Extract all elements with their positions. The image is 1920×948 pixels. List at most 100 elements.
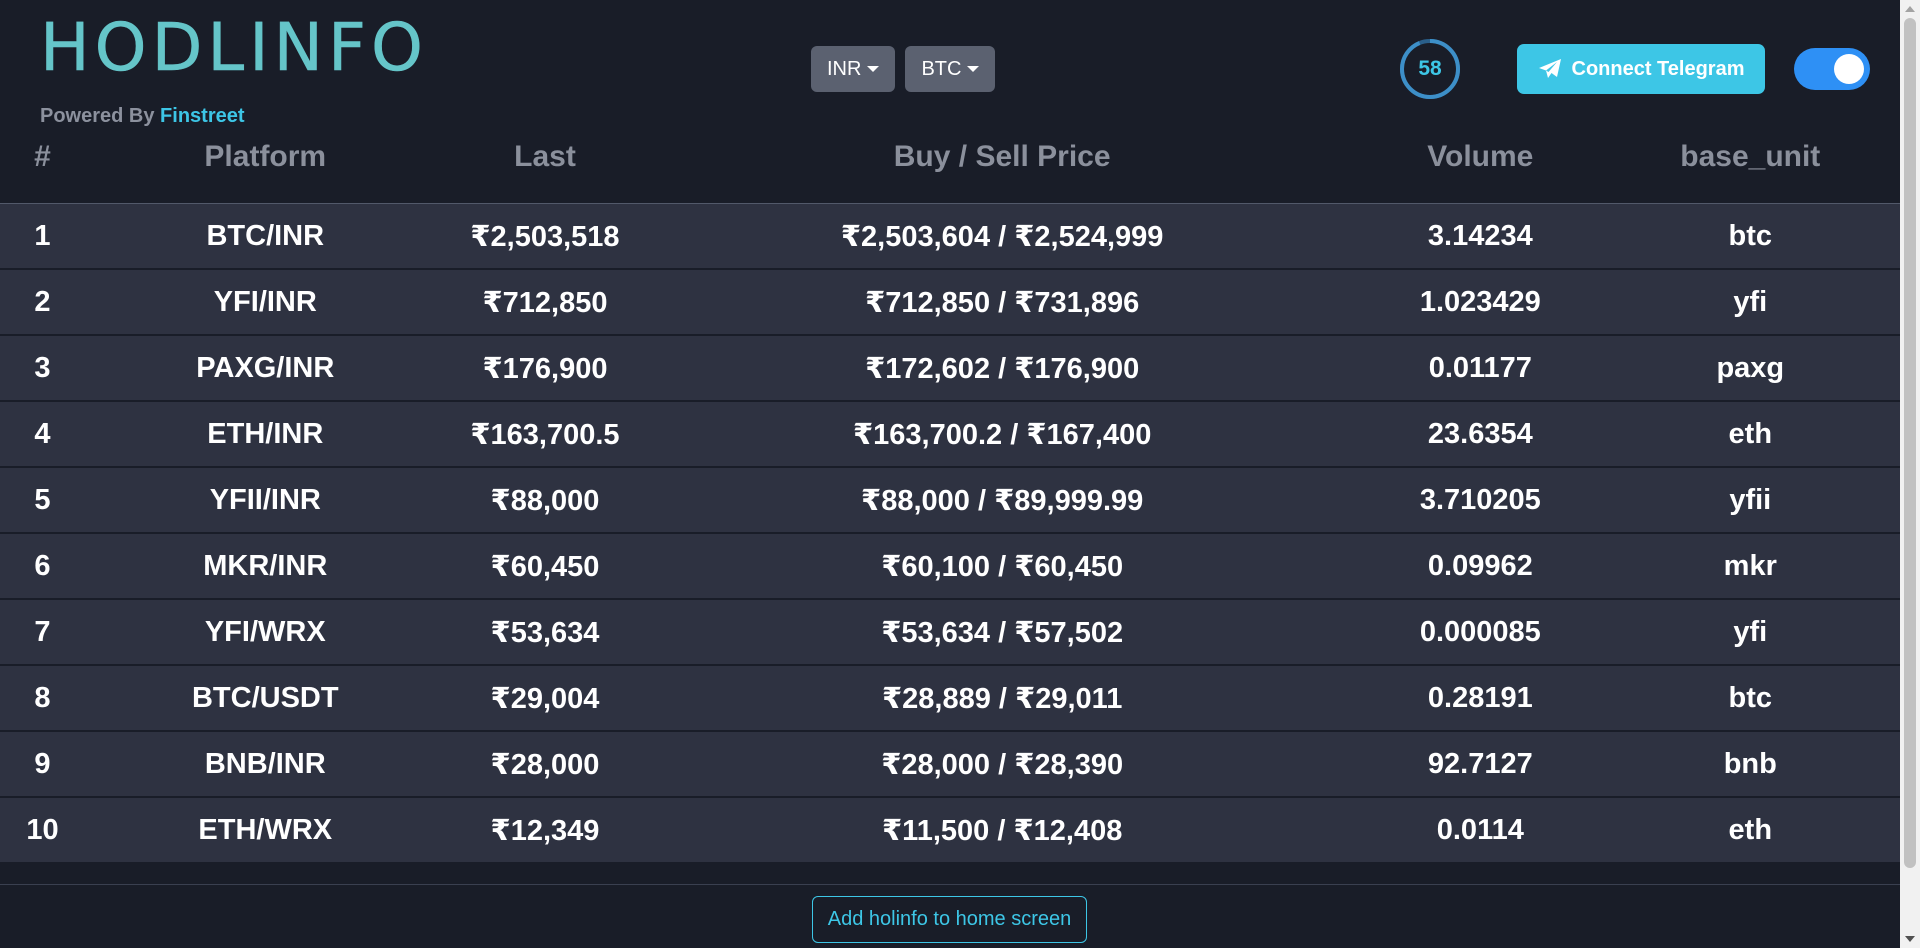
cell-last: ₹163,700.5 xyxy=(445,402,645,468)
scroll-down-icon[interactable] xyxy=(1905,936,1915,942)
table-header: # Platform Last Buy / Sell Price Volume base_… xyxy=(0,140,1900,204)
table-row: 7 YFI/WRX ₹53,634 ₹53,634 / ₹57,502 0.000085… xyxy=(0,600,1900,666)
table-row: 6 MKR/INR ₹60,450 ₹60,100 / ₹60,450 0.09962 m… xyxy=(0,534,1900,600)
cell-volume: 23.6354 xyxy=(1360,402,1601,468)
powered-by-prefix: Powered By xyxy=(40,105,161,127)
crypto-dropdown[interactable]: BTC xyxy=(905,46,996,92)
price-table-container: # Platform Last Buy / Sell Price Volume base_… xyxy=(0,140,1900,864)
cell-volume: 3.14234 xyxy=(1360,204,1601,270)
cell-platform: YFI/WRX xyxy=(84,600,446,666)
cell-last: ₹176,900 xyxy=(445,336,645,402)
column-header: Volume xyxy=(1360,140,1601,204)
cell-volume: 0.0114 xyxy=(1360,798,1601,864)
cell-platform: YFII/INR xyxy=(84,468,446,534)
connect-telegram-button[interactable]: Connect Telegram xyxy=(1517,44,1765,94)
cell-base-unit: eth xyxy=(1600,402,1900,468)
theme-toggle[interactable] xyxy=(1794,48,1870,90)
cell-base-unit: bnb xyxy=(1600,732,1900,798)
table-row: 2 YFI/INR ₹712,850 ₹712,850 / ₹731,896 1.023… xyxy=(0,270,1900,336)
cell-platform: PAXG/INR xyxy=(84,336,446,402)
cell-rank: 1 xyxy=(0,204,85,270)
cell-rank: 6 xyxy=(0,534,85,600)
cell-buy-sell: ₹712,850 / ₹731,896 xyxy=(644,270,1361,336)
cell-last: ₹712,850 xyxy=(445,270,645,336)
powered-by: Powered By Finstreet xyxy=(40,105,428,128)
refresh-timer: 58 xyxy=(1399,38,1461,100)
add-to-home-screen-button[interactable]: Add holinfo to home screen xyxy=(812,896,1087,943)
connect-telegram-label: Connect Telegram xyxy=(1571,57,1745,80)
column-header: base_unit xyxy=(1600,140,1900,204)
cell-base-unit: yfii xyxy=(1600,468,1900,534)
cell-base-unit: mkr xyxy=(1600,534,1900,600)
cell-platform: BTC/USDT xyxy=(84,666,446,732)
dropdown-group: INR BTC xyxy=(811,46,996,92)
chevron-down-icon xyxy=(967,66,980,72)
cell-buy-sell: ₹60,100 / ₹60,450 xyxy=(644,534,1361,600)
currency-dropdown-label: INR xyxy=(827,57,862,80)
cell-buy-sell: ₹2,503,604 / ₹2,524,999 xyxy=(644,204,1361,270)
table-row: 10 ETH/WRX ₹12,349 ₹11,500 / ₹12,408 0.0114 e… xyxy=(0,798,1900,864)
scrollbar-thumb[interactable] xyxy=(1904,18,1916,868)
cell-volume: 1.023429 xyxy=(1360,270,1601,336)
cell-last: ₹60,450 xyxy=(445,534,645,600)
cell-platform: ETH/WRX xyxy=(84,798,446,864)
cell-last: ₹29,004 xyxy=(445,666,645,732)
scroll-up-icon[interactable] xyxy=(1905,6,1915,12)
cell-platform: MKR/INR xyxy=(84,534,446,600)
cell-volume: 3.710205 xyxy=(1360,468,1601,534)
cell-last: ₹53,634 xyxy=(445,600,645,666)
table-header-row: # Platform Last Buy / Sell Price Volume base_… xyxy=(0,140,1900,204)
cell-volume: 0.09962 xyxy=(1360,534,1601,600)
cell-base-unit: eth xyxy=(1600,798,1900,864)
cell-rank: 8 xyxy=(0,666,85,732)
cell-rank: 10 xyxy=(0,798,85,864)
cell-rank: 2 xyxy=(0,270,85,336)
cell-base-unit: paxg xyxy=(1600,336,1900,402)
cell-buy-sell: ₹163,700.2 / ₹167,400 xyxy=(644,402,1361,468)
table-row: 5 YFII/INR ₹88,000 ₹88,000 / ₹89,999.99 3.71… xyxy=(0,468,1900,534)
cell-buy-sell: ₹11,500 / ₹12,408 xyxy=(644,798,1361,864)
cell-rank: 7 xyxy=(0,600,85,666)
cell-platform: YFI/INR xyxy=(84,270,446,336)
table-row: 8 BTC/USDT ₹29,004 ₹28,889 / ₹29,011 0.28191… xyxy=(0,666,1900,732)
footer-divider xyxy=(0,884,1900,885)
logo[interactable]: HODLINFO xyxy=(40,14,428,81)
cell-buy-sell: ₹53,634 / ₹57,502 xyxy=(644,600,1361,666)
table-body: 1 BTC/INR ₹2,503,518 ₹2,503,604 / ₹2,524,99… xyxy=(0,204,1900,864)
chevron-down-icon xyxy=(867,66,880,72)
timer-value: 58 xyxy=(1418,57,1442,80)
cell-platform: BNB/INR xyxy=(84,732,446,798)
table-row: 4 ETH/INR ₹163,700.5 ₹163,700.2 / ₹167,400 2… xyxy=(0,402,1900,468)
cell-last: ₹88,000 xyxy=(445,468,645,534)
column-header: Last xyxy=(445,140,645,204)
price-table: # Platform Last Buy / Sell Price Volume base_… xyxy=(0,140,1900,864)
cell-last: ₹28,000 xyxy=(445,732,645,798)
cell-volume: 0.28191 xyxy=(1360,666,1601,732)
cell-buy-sell: ₹88,000 / ₹89,999.99 xyxy=(644,468,1361,534)
cell-base-unit: yfi xyxy=(1600,270,1900,336)
cell-base-unit: btc xyxy=(1600,666,1900,732)
logo-block: HODLINFO Powered By Finstreet xyxy=(40,14,428,128)
cell-volume: 0.000085 xyxy=(1360,600,1601,666)
cell-rank: 3 xyxy=(0,336,85,402)
powered-by-brand-link[interactable]: Finstreet xyxy=(160,105,244,127)
cell-buy-sell: ₹172,602 / ₹176,900 xyxy=(644,336,1361,402)
column-header: # xyxy=(0,140,85,204)
telegram-icon xyxy=(1538,59,1561,78)
cell-rank: 4 xyxy=(0,402,85,468)
cell-volume: 0.01177 xyxy=(1360,336,1601,402)
cell-last: ₹12,349 xyxy=(445,798,645,864)
toggle-knob xyxy=(1834,54,1864,84)
cell-buy-sell: ₹28,000 / ₹28,390 xyxy=(644,732,1361,798)
cell-rank: 5 xyxy=(0,468,85,534)
cell-last: ₹2,503,518 xyxy=(445,204,645,270)
column-header: Buy / Sell Price xyxy=(644,140,1361,204)
table-row: 9 BNB/INR ₹28,000 ₹28,000 / ₹28,390 92.7127 b… xyxy=(0,732,1900,798)
cell-buy-sell: ₹28,889 / ₹29,011 xyxy=(644,666,1361,732)
header: HODLINFO Powered By Finstreet INR BTC 58 xyxy=(0,0,1900,140)
crypto-dropdown-label: BTC xyxy=(921,57,962,80)
page-scrollbar[interactable] xyxy=(1900,0,1920,948)
cell-base-unit: btc xyxy=(1600,204,1900,270)
currency-dropdown[interactable]: INR xyxy=(811,46,896,92)
cell-volume: 92.7127 xyxy=(1360,732,1601,798)
